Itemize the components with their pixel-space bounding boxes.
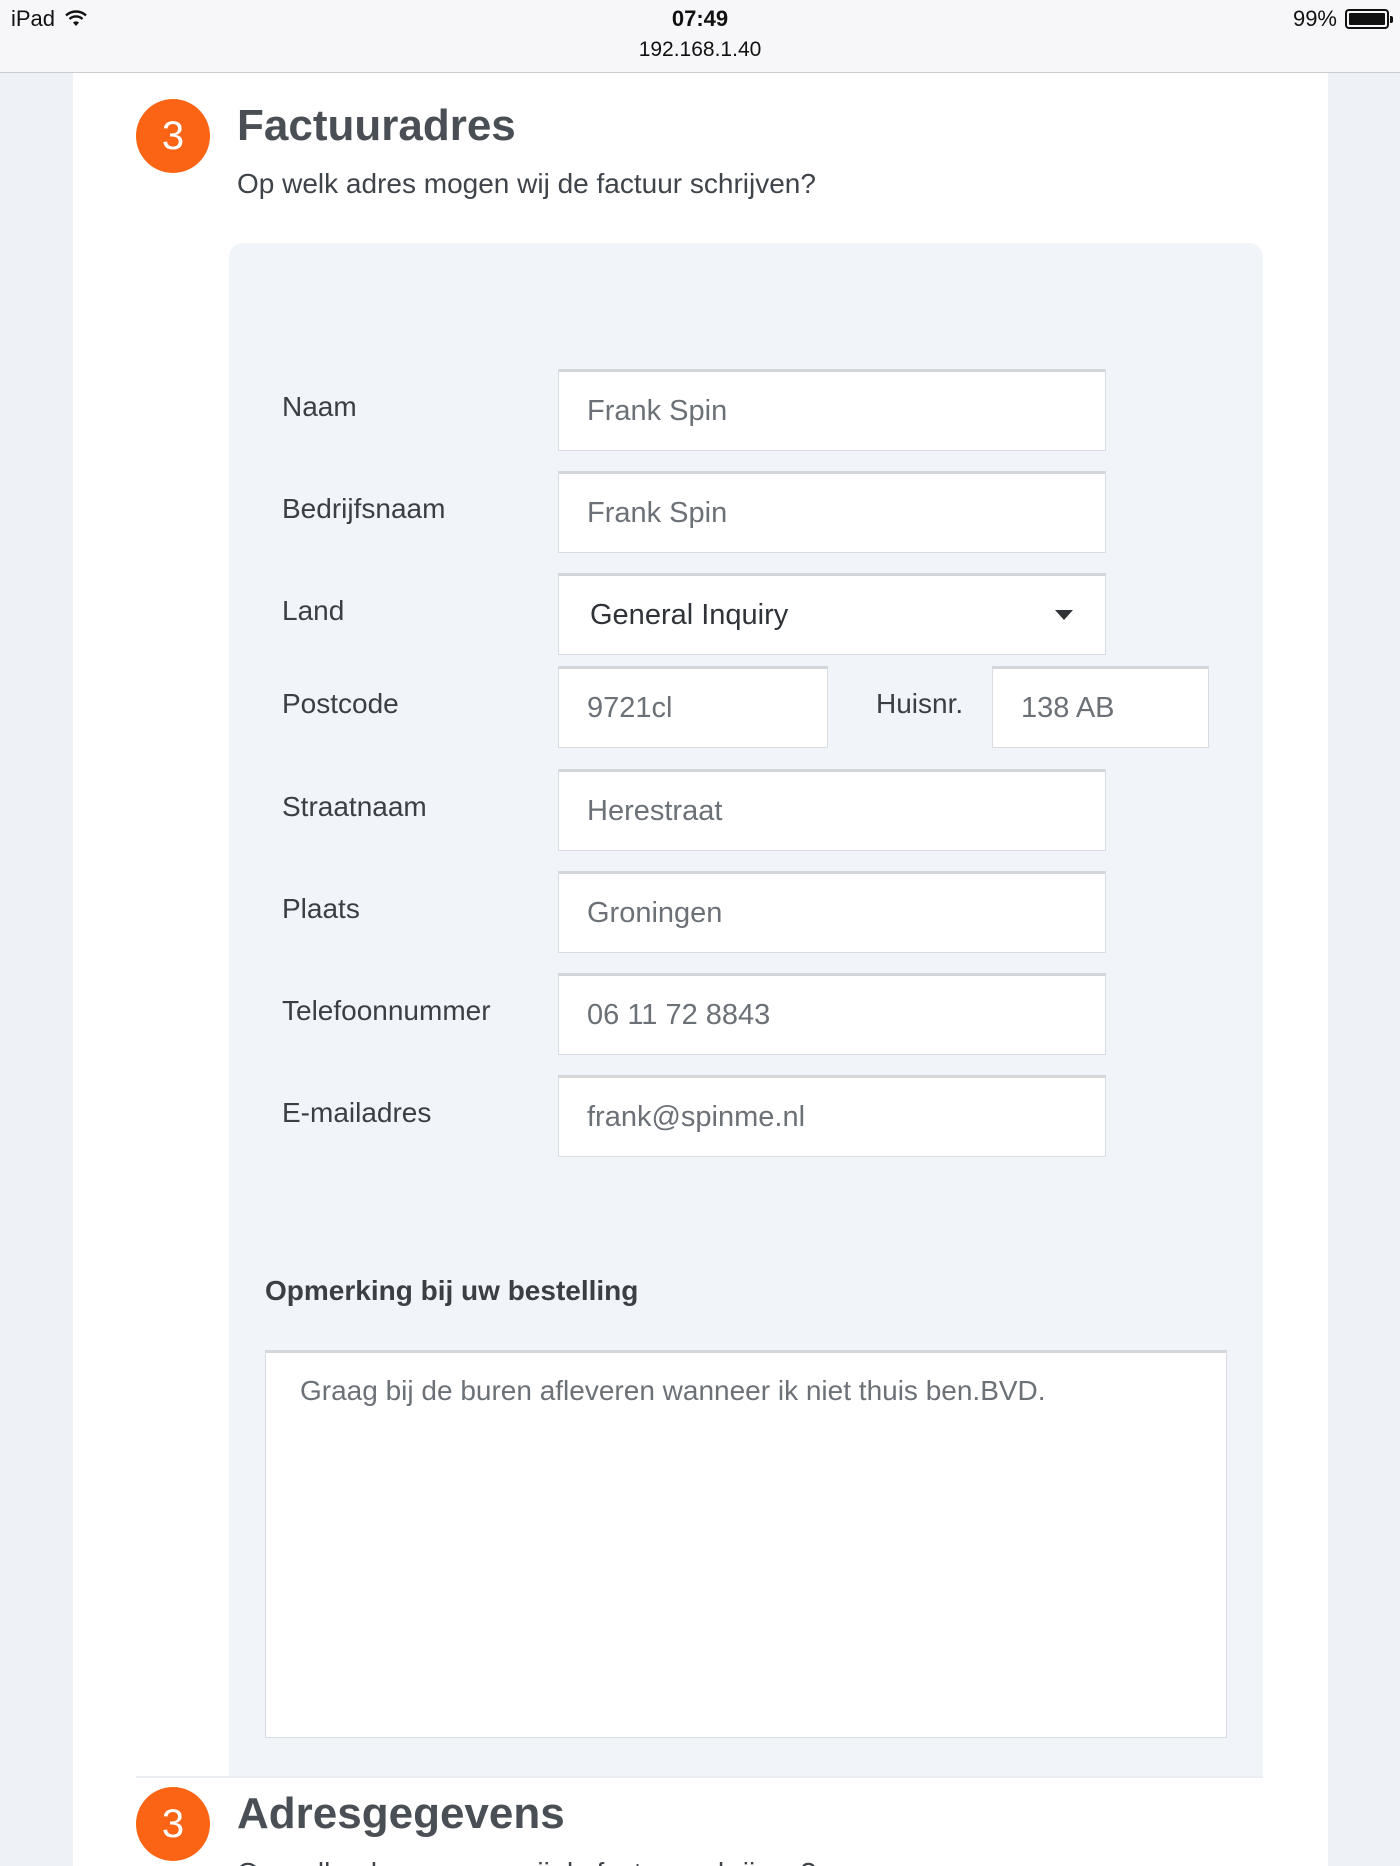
chevron-down-icon (1055, 610, 1073, 620)
naam-label: Naam (282, 391, 357, 422)
postcode-label: Postcode (282, 688, 399, 719)
battery-percent: 99% (1292, 6, 1337, 31)
status-bar: iPad 07:49 192.168.1.40 99% (0, 0, 1400, 73)
checkout-page: 3 Factuuradres Op welk adres mogen wij d… (73, 73, 1328, 1866)
address-form-card: Naam Frank Spin Bedrijfsnaam Frank Spin … (229, 243, 1263, 1158)
telefoon-label: Telefoonnummer (282, 995, 491, 1026)
naam-input[interactable]: Frank Spin (558, 369, 1106, 451)
form-row-telefoon: Telefoonnummer 06 11 72 8843 (229, 973, 1263, 1055)
battery-fill (1349, 13, 1385, 25)
form-row-straatnaam: Straatnaam Herestraat (229, 769, 1263, 851)
form-row-email: E-mailadres frank@spinme.nl (229, 1075, 1263, 1157)
section-title-2: Adresgegevens (237, 1789, 565, 1838)
straatnaam-label: Straatnaam (282, 791, 427, 822)
form-row-plaats: Plaats Groningen (229, 871, 1263, 953)
land-label: Land (282, 595, 345, 626)
section-subtitle: Op welk adres mogen wij de factuur schri… (237, 168, 816, 199)
email-input[interactable]: frank@spinme.nl (558, 1075, 1106, 1157)
email-label: E-mailadres (282, 1097, 432, 1128)
bedrijfsnaam-input[interactable]: Frank Spin (558, 471, 1106, 553)
form-row-bedrijfsnaam: Bedrijfsnaam Frank Spin (229, 471, 1263, 553)
clock: 07:49 (671, 6, 729, 31)
telefoon-input[interactable]: 06 11 72 8843 (558, 973, 1106, 1055)
status-right: 99% (1292, 6, 1393, 32)
straatnaam-input[interactable]: Herestraat (558, 769, 1106, 851)
land-selected-value: General Inquiry (590, 598, 789, 631)
note-textarea[interactable]: Graag bij de buren afleveren wanneer ik … (265, 1350, 1227, 1738)
section-subtitle-2: Op welk adres mogen wij de factuur schri… (237, 1853, 816, 1866)
land-select[interactable]: General Inquiry (558, 573, 1106, 655)
form-row-naam: Naam Frank Spin (229, 369, 1263, 451)
form-row-postcode: Postcode 9721cl Huisnr. 138 AB (229, 666, 1263, 748)
plaats-input[interactable]: Groningen (558, 871, 1106, 953)
bedrijfsnaam-label: Bedrijfsnaam (282, 493, 446, 524)
postcode-input[interactable]: 9721cl (558, 666, 828, 748)
huisnr-input[interactable]: 138 AB (992, 666, 1209, 748)
step-badge: 3 (136, 99, 210, 173)
huisnr-label: Huisnr. (876, 688, 964, 719)
plaats-label: Plaats (282, 893, 360, 924)
address-url[interactable]: 192.168.1.40 (0, 38, 1400, 62)
form-row-land: Land General Inquiry (229, 573, 1263, 655)
section-title: Factuuradres (237, 101, 516, 150)
note-title: Opmerking bij uw bestelling (265, 1275, 639, 1306)
battery-icon (1345, 9, 1393, 29)
step-badge-2: 3 (136, 1787, 210, 1861)
section-divider (136, 1776, 1263, 1778)
